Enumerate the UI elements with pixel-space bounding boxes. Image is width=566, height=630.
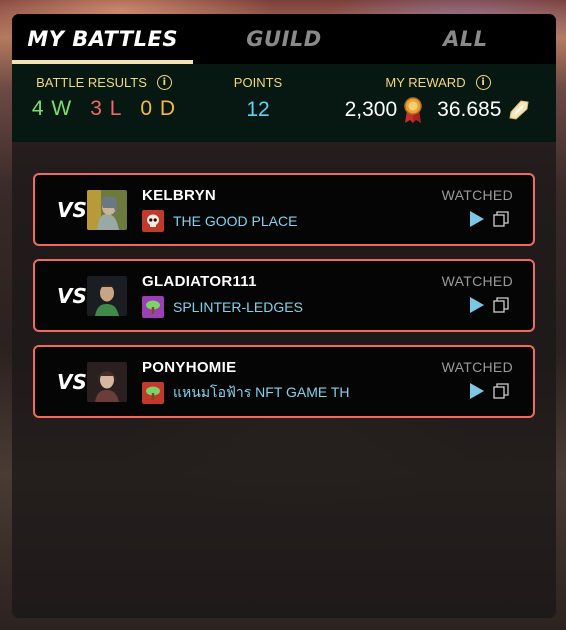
battles-panel: MY BATTLES GUILD ALL BATTLE RESULTS i 4 … xyxy=(12,14,556,618)
battle-status-area: WATCHED xyxy=(442,359,513,400)
draws-count: 0 D xyxy=(140,97,177,120)
losses-count: 3 L xyxy=(90,97,123,120)
points-stat: POINTS 12 xyxy=(196,64,320,142)
watched-status: WATCHED xyxy=(441,187,513,203)
battle-card[interactable]: VS PONYHOMIE แหนมโอฟ้าร NFT GAME TH WATC… xyxy=(33,345,535,418)
battle-card[interactable]: VS KELBRYN THE GOOD PLACE WATCHED xyxy=(33,173,535,246)
vs-label: VS xyxy=(57,369,87,394)
info-icon[interactable]: i xyxy=(475,75,491,90)
battle-results-stat: BATTLE RESULTS i 4 W 3 L 0 D xyxy=(12,64,196,142)
tab-guild[interactable]: GUILD xyxy=(193,14,374,64)
guild-name[interactable]: แหนมโอฟ้าร NFT GAME TH xyxy=(173,382,350,404)
player-name: PONYHOMIE xyxy=(142,359,237,376)
avatar xyxy=(87,275,127,316)
tree-crest-icon xyxy=(142,296,164,318)
credits-value: 36.685 xyxy=(437,98,502,121)
reward-values: 2,300 36.685 xyxy=(345,96,532,124)
tab-my-battles[interactable]: MY BATTLES xyxy=(12,14,194,64)
watched-status: WATCHED xyxy=(441,273,513,289)
tree-crest-icon xyxy=(142,382,164,404)
avatar xyxy=(87,189,127,230)
tab-bar: MY BATTLES GUILD ALL xyxy=(12,14,556,64)
points-label: POINTS xyxy=(233,75,283,90)
battle-list: VS KELBRYN THE GOOD PLACE WATCHED VS GLA… xyxy=(12,142,556,418)
copy-icon[interactable] xyxy=(493,297,509,313)
player-name: KELBRYN xyxy=(142,187,217,204)
battle-card[interactable]: VS GLADIATOR111 SPLINTER-LEDGES WATCHED xyxy=(33,259,535,332)
watched-status: WATCHED xyxy=(441,359,513,375)
copy-icon[interactable] xyxy=(493,211,509,227)
battle-actions xyxy=(469,296,509,314)
points-value: 12 xyxy=(246,98,270,121)
guild-row: SPLINTER-LEDGES xyxy=(142,296,303,318)
vs-label: VS xyxy=(57,283,87,308)
player-info: PONYHOMIE แหนมโอฟ้าร NFT GAME TH xyxy=(142,359,350,404)
play-icon[interactable] xyxy=(469,382,485,400)
battle-status-area: WATCHED xyxy=(442,187,513,228)
medal-icon xyxy=(403,96,423,124)
battle-status-area: WATCHED xyxy=(442,273,513,314)
player-info: GLADIATOR111 SPLINTER-LEDGES xyxy=(142,273,303,318)
battle-actions xyxy=(469,382,509,400)
reward-label: MY REWARD xyxy=(385,75,466,90)
wins-count: 4 W xyxy=(31,97,73,120)
battle-results-label: BATTLE RESULTS xyxy=(36,75,147,90)
player-name: GLADIATOR111 xyxy=(142,273,257,290)
guild-row: แหนมโอฟ้าร NFT GAME TH xyxy=(142,382,350,404)
vs-label: VS xyxy=(57,197,87,222)
play-icon[interactable] xyxy=(469,296,485,314)
player-info: KELBRYN THE GOOD PLACE xyxy=(142,187,297,232)
guild-name[interactable]: SPLINTER-LEDGES xyxy=(173,299,303,315)
avatar xyxy=(87,361,127,402)
play-icon[interactable] xyxy=(469,210,485,228)
reward-stat: MY REWARD i 2,300 36.685 xyxy=(320,64,556,142)
stats-bar: BATTLE RESULTS i 4 W 3 L 0 D POINTS 12 M… xyxy=(12,64,556,142)
battle-actions xyxy=(469,210,509,228)
battle-results-values: 4 W 3 L 0 D xyxy=(32,97,176,121)
rank-points-value: 2,300 xyxy=(344,98,398,121)
info-icon[interactable]: i xyxy=(156,75,172,90)
guild-name[interactable]: THE GOOD PLACE xyxy=(173,213,297,229)
guild-row: THE GOOD PLACE xyxy=(142,210,297,232)
skull-crest-icon xyxy=(142,210,164,232)
reward-label-row: MY REWARD i xyxy=(385,75,491,90)
battle-results-label-row: BATTLE RESULTS i xyxy=(36,75,172,90)
crystal-icon xyxy=(507,98,531,122)
copy-icon[interactable] xyxy=(493,383,509,399)
tab-all[interactable]: ALL xyxy=(375,14,556,64)
